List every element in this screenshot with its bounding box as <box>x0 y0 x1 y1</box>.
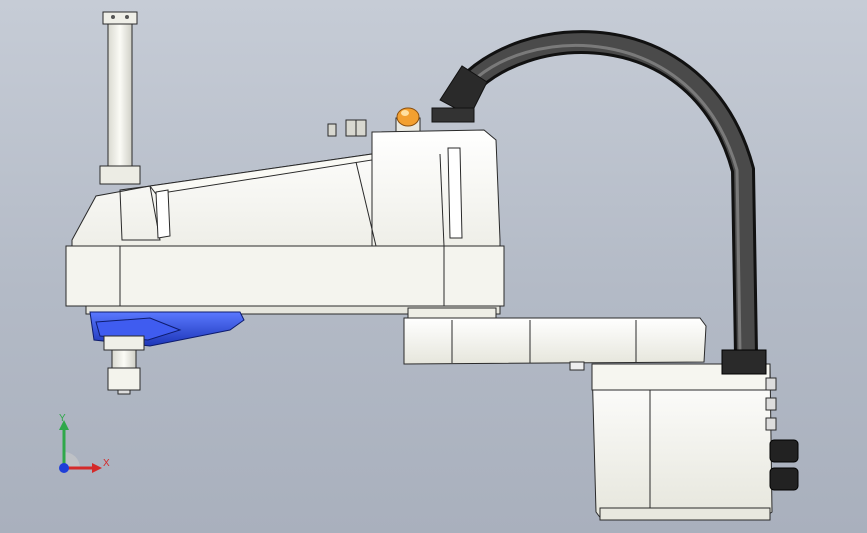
status-lamp <box>395 107 421 133</box>
scara-robot-model[interactable] <box>0 0 867 533</box>
y-axis-label: Y <box>59 413 66 424</box>
x-axis-label: X <box>103 458 110 469</box>
arm-link-2 <box>403 317 707 371</box>
quill-end <box>103 335 145 395</box>
cad-viewport[interactable]: Y X <box>0 0 867 533</box>
cable-glands-base <box>769 439 799 491</box>
spline-shaft <box>99 11 141 185</box>
robot-base <box>591 349 799 521</box>
top-connectors <box>327 119 367 137</box>
axis-triad: Y X <box>48 412 118 482</box>
